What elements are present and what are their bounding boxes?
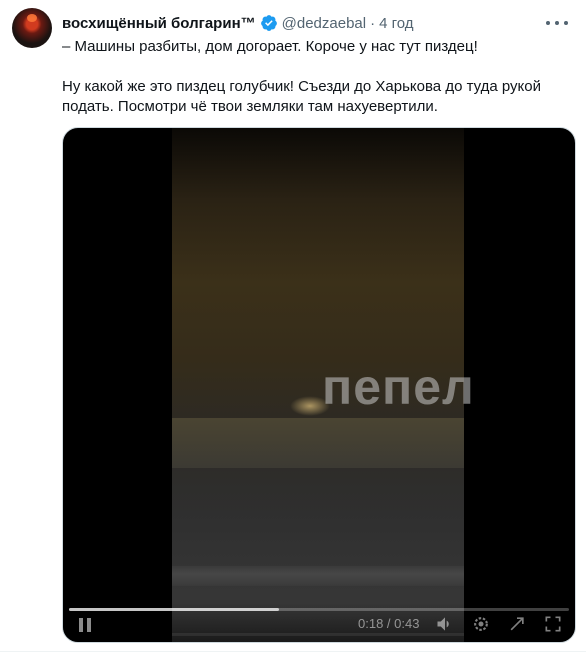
video-progress-bar[interactable] bbox=[69, 608, 569, 611]
tweet-text-line: – Машины разбиты, дом догорает. Короче у… bbox=[62, 38, 478, 55]
more-options-icon[interactable] bbox=[546, 14, 568, 32]
video-player[interactable]: пепел 0:18 / 0:43 bbox=[62, 127, 576, 643]
verified-badge-icon bbox=[260, 15, 277, 31]
author-handle[interactable]: @dedzaebal bbox=[282, 15, 366, 32]
tweet-text: – Машины разбиты, дом догорает. Короче у… bbox=[62, 37, 572, 117]
tweet-text-line: Ну какой же это пиздец голубчик! Съезди … bbox=[62, 78, 542, 115]
tweet[interactable]: восхищённый болгарин™ @dedzaebal · 4 год… bbox=[0, 0, 586, 652]
volume-icon[interactable] bbox=[435, 614, 455, 634]
pause-icon[interactable] bbox=[79, 618, 91, 632]
author-name[interactable]: восхищённый болгарин™ bbox=[62, 15, 256, 32]
fullscreen-icon[interactable] bbox=[543, 614, 563, 634]
expand-icon[interactable] bbox=[507, 614, 527, 634]
video-timecode: 0:18 / 0:43 bbox=[358, 616, 420, 631]
avatar[interactable] bbox=[12, 8, 52, 48]
tweet-timestamp[interactable]: 4 год bbox=[379, 15, 413, 32]
tweet-header: восхищённый болгарин™ @dedzaebal · 4 год bbox=[62, 12, 414, 34]
progress-fill bbox=[69, 608, 279, 611]
video-watermark: пепел bbox=[322, 359, 475, 415]
video-frame: пепел bbox=[172, 128, 474, 642]
settings-icon[interactable] bbox=[471, 614, 491, 634]
separator-dot: · bbox=[370, 14, 376, 32]
video-controls: 0:18 / 0:43 bbox=[63, 602, 575, 642]
